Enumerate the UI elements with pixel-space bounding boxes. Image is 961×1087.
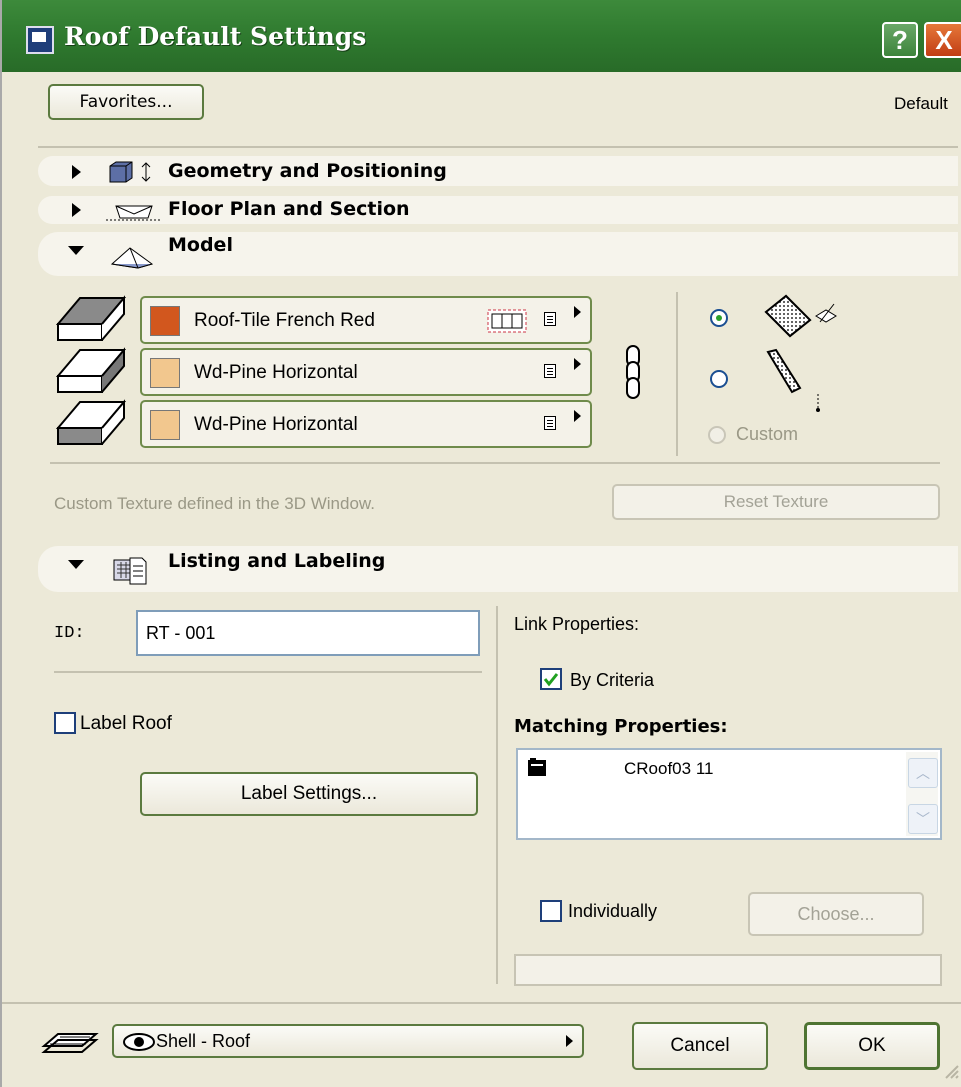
eye-icon <box>123 1033 155 1051</box>
reset-texture-button[interactable]: Reset Texture <box>612 484 940 520</box>
close-button[interactable]: X <box>924 22 961 58</box>
material-name: Wd-Pine Horizontal <box>194 362 358 383</box>
listing-vertical-divider <box>496 606 498 984</box>
layer-dropdown-arrow-icon <box>566 1035 573 1047</box>
texture-alignment-icon[interactable] <box>486 308 528 334</box>
scroll-up-button[interactable]: ︿ <box>908 758 938 788</box>
layer-dropdown[interactable]: Shell - Roof <box>112 1024 584 1058</box>
vertical-texture-icon <box>766 348 820 412</box>
by-criteria-checkbox[interactable] <box>540 668 562 690</box>
floorplan-panel-title: Floor Plan and Section <box>168 198 410 220</box>
custom-radio-label: Custom <box>736 424 799 444</box>
model-divider <box>50 462 940 464</box>
model-panel-header[interactable]: Model <box>38 232 958 276</box>
material-swatch <box>150 358 180 388</box>
material-field-edge[interactable]: Wd-Pine Horizontal <box>140 348 592 396</box>
footer-divider <box>2 1002 961 1004</box>
material-swatch <box>150 306 180 336</box>
ok-button[interactable]: OK <box>804 1022 940 1070</box>
texture-mode-radio-2[interactable] <box>710 370 728 388</box>
matching-properties-label: Matching Properties: <box>514 716 728 737</box>
expand-arrow-icon <box>72 203 81 217</box>
scroll-down-button[interactable]: ﹀ <box>908 804 938 834</box>
geometry-panel-header[interactable]: Geometry and Positioning <box>38 156 958 186</box>
title-bar[interactable]: Roof Default Settings ? X <box>2 0 961 72</box>
id-input-value: RT - 001 <box>146 623 216 643</box>
listing-icon <box>113 557 147 585</box>
list-scrollbar[interactable]: ︿ ﹀ <box>906 752 938 836</box>
model-panel-title: Model <box>168 234 233 256</box>
edge-surface-icon <box>56 347 126 393</box>
list-item-text: CRoof03 11 <box>624 759 714 778</box>
model-vertical-divider <box>676 292 678 456</box>
choose-button[interactable]: Choose... <box>748 892 924 936</box>
help-button[interactable]: ? <box>882 22 918 58</box>
texture-note: Custom Texture defined in the 3D Window. <box>54 494 375 513</box>
listing-panel-header[interactable]: Listing and Labeling <box>38 546 958 592</box>
material-name: Wd-Pine Horizontal <box>194 414 358 435</box>
resize-grip-icon[interactable] <box>942 1062 960 1080</box>
material-popup-arrow-icon[interactable] <box>574 358 581 370</box>
material-field-top[interactable]: Roof-Tile French Red <box>140 296 592 344</box>
collapse-arrow-icon <box>68 246 84 255</box>
slanted-texture-icon <box>764 294 837 338</box>
cancel-button[interactable]: Cancel <box>632 1022 768 1070</box>
material-popup-arrow-icon[interactable] <box>574 306 581 318</box>
listing-panel-title: Listing and Labeling <box>168 550 386 572</box>
layer-name: Shell - Roof <box>156 1031 251 1051</box>
material-popup-arrow-icon[interactable] <box>574 410 581 422</box>
label-roof-checkbox[interactable] <box>54 712 76 734</box>
property-object-icon <box>528 758 546 776</box>
individually-checkbox[interactable] <box>540 900 562 922</box>
checkmark-icon <box>543 673 559 687</box>
floorplan-panel-header[interactable]: Floor Plan and Section <box>38 196 958 224</box>
layer-icon <box>41 1033 99 1053</box>
material-settings-icon[interactable] <box>544 416 556 430</box>
id-label: ID: <box>54 624 85 643</box>
link-properties-label: Link Properties: <box>514 614 640 634</box>
by-criteria-label: By Criteria <box>570 670 655 690</box>
material-swatch <box>150 410 180 440</box>
list-item[interactable]: CRoof03 11 <box>524 754 900 782</box>
material-settings-icon[interactable] <box>544 364 556 378</box>
individually-label: Individually <box>568 901 658 921</box>
window-title: Roof Default Settings <box>64 22 367 51</box>
bottom-surface-icon <box>56 399 126 445</box>
model-roof-icon <box>110 247 154 269</box>
label-roof-label: Label Roof <box>80 713 172 734</box>
favorites-button[interactable]: Favorites... <box>48 84 204 120</box>
expand-arrow-icon <box>72 165 81 179</box>
material-field-bottom[interactable]: Wd-Pine Horizontal <box>140 400 592 448</box>
custom-radio[interactable] <box>708 426 726 444</box>
collapse-arrow-icon <box>68 560 84 569</box>
chain-link-icon[interactable] <box>624 344 642 402</box>
label-settings-button[interactable]: Label Settings... <box>140 772 478 816</box>
top-surface-icon <box>56 295 126 341</box>
roof-default-settings-dialog: Roof Default Settings ? X Favorites... D… <box>0 0 961 1087</box>
geometry-icon <box>109 161 151 183</box>
material-name: Roof-Tile French Red <box>194 310 375 331</box>
id-input[interactable]: RT - 001 <box>136 610 480 656</box>
floor-plan-icon <box>106 205 162 221</box>
texture-mode-radio-1[interactable] <box>710 309 728 327</box>
top-divider <box>38 146 958 148</box>
default-label: Default <box>894 94 948 113</box>
app-icon <box>26 26 54 54</box>
geometry-panel-title: Geometry and Positioning <box>168 160 447 182</box>
id-divider <box>54 671 482 673</box>
material-settings-icon[interactable] <box>544 312 556 326</box>
selected-property-field[interactable] <box>514 954 942 986</box>
matching-properties-list[interactable]: CRoof03 11 ︿ ﹀ <box>516 748 942 840</box>
